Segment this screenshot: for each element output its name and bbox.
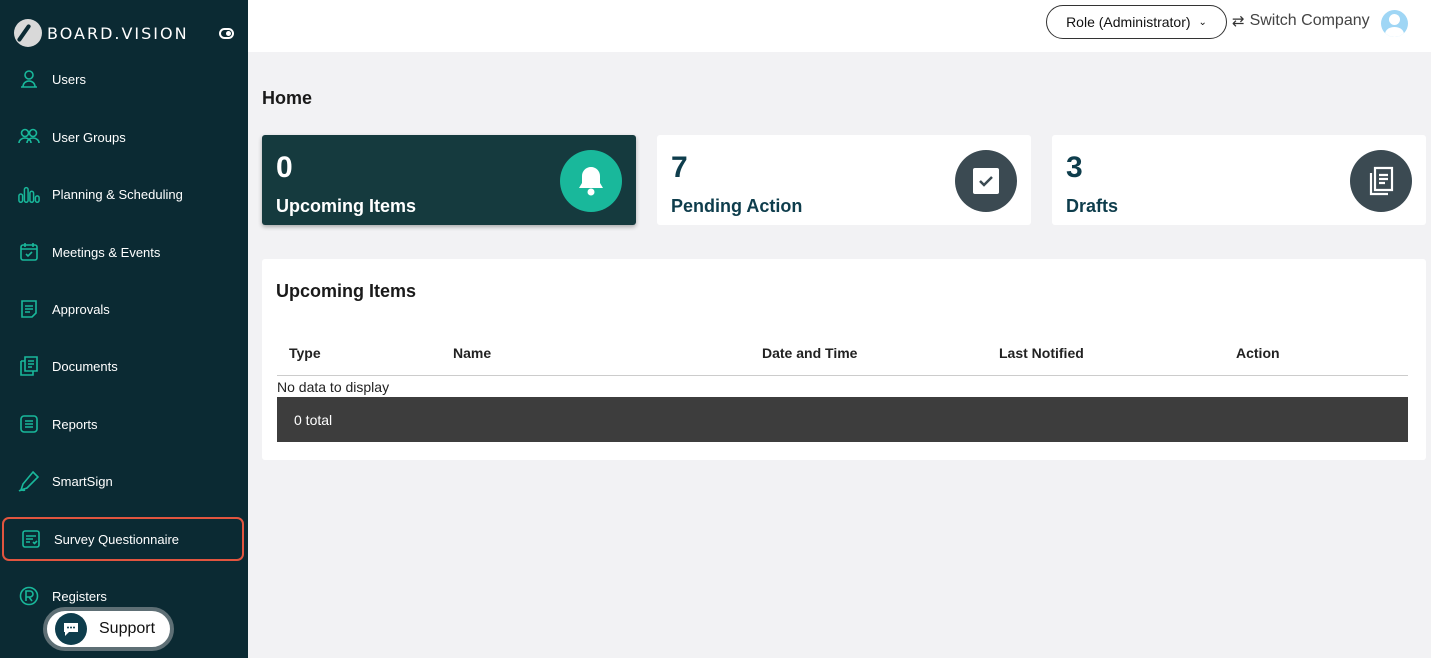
checkbox-icon	[955, 150, 1017, 212]
sidebar-toggle-icon[interactable]	[219, 28, 234, 39]
column-header-date-time[interactable]: Date and Time	[762, 345, 857, 361]
card-label: Upcoming Items	[276, 196, 417, 216]
role-select[interactable]: Role (Administrator) ⌄	[1046, 5, 1227, 39]
switch-arrows-icon: ⇄	[1232, 13, 1245, 30]
sidebar-item-label: User Groups	[52, 129, 126, 145]
sidebar-item-label: SmartSign	[52, 473, 113, 489]
table-footer: 0 total	[277, 397, 1408, 442]
sidebar-item-user-groups[interactable]: User Groups	[2, 115, 244, 159]
card-drafts[interactable]: 3 Drafts	[1052, 135, 1426, 225]
user-icon	[18, 68, 40, 90]
drafts-icon	[1350, 150, 1412, 212]
chart-bars-icon	[18, 183, 40, 205]
switch-company-button[interactable]: ⇄ Switch Company	[1232, 12, 1370, 30]
sidebar-item-planning-scheduling[interactable]: Planning & Scheduling	[2, 172, 244, 216]
calendar-check-icon	[18, 241, 40, 263]
table-header: Type Name Date and Time Last Notified Ac…	[277, 341, 1408, 376]
card-count: 3	[1066, 151, 1083, 184]
brand-logo[interactable]: BOARD.VISION	[14, 18, 189, 48]
chat-icon	[55, 613, 87, 645]
switch-company-label: Switch Company	[1249, 12, 1370, 29]
avatar[interactable]	[1381, 10, 1408, 37]
sidebar-item-label: Registers	[52, 588, 107, 604]
card-label: Pending Action	[671, 196, 803, 216]
users-icon	[18, 126, 40, 148]
support-button[interactable]: Support	[43, 607, 174, 651]
sidebar-item-approvals[interactable]: Approvals	[2, 287, 244, 331]
column-header-action[interactable]: Action	[1236, 345, 1280, 361]
sidebar-item-label: Documents	[52, 358, 118, 374]
column-header-last-notified[interactable]: Last Notified	[999, 345, 1084, 361]
logo-mark-icon	[14, 19, 42, 47]
column-header-name[interactable]: Name	[453, 345, 491, 361]
support-label: Support	[99, 620, 156, 637]
brand-name: BOARD.VISION	[47, 23, 189, 43]
document-icon	[18, 298, 40, 320]
sidebar-item-meetings-events[interactable]: Meetings & Events	[2, 230, 244, 274]
sidebar-item-users[interactable]: Users	[2, 57, 244, 101]
card-pending-action[interactable]: 7 Pending Action	[657, 135, 1031, 225]
role-select-value: Role (Administrator)	[1066, 14, 1191, 30]
registered-icon	[18, 585, 40, 607]
documents-icon	[18, 355, 40, 377]
page-title: Home	[262, 88, 313, 108]
card-count: 7	[671, 151, 688, 184]
column-header-type[interactable]: Type	[289, 345, 321, 361]
sidebar-item-survey-questionnaire[interactable]: Survey Questionnaire	[2, 517, 244, 561]
survey-icon	[20, 528, 42, 550]
card-label: Drafts	[1066, 196, 1119, 216]
card-upcoming-items[interactable]: 0 Upcoming Items	[262, 135, 636, 225]
sidebar-item-label: Approvals	[52, 301, 110, 317]
chevron-down-icon: ⌄	[1198, 16, 1207, 28]
sidebar-item-label: Users	[52, 71, 86, 87]
card-count: 0	[276, 151, 293, 184]
total-count: 0 total	[294, 411, 333, 428]
sidebar-item-label: Meetings & Events	[52, 244, 161, 260]
sidebar-item-documents[interactable]: Documents	[2, 344, 244, 388]
sidebar-item-label: Planning & Scheduling	[52, 186, 183, 202]
sidebar-item-smartsign[interactable]: SmartSign	[2, 459, 244, 503]
upcoming-items-panel: Upcoming Items Type Name Date and Time L…	[262, 259, 1426, 460]
pen-icon	[18, 470, 40, 492]
sidebar: BOARD.VISION Users User Groups Planning …	[0, 0, 248, 658]
sidebar-item-reports[interactable]: Reports	[2, 402, 244, 446]
empty-state-text: No data to display	[277, 379, 390, 395]
bell-icon	[560, 150, 622, 212]
panel-title: Upcoming Items	[276, 281, 417, 301]
top-bar: Role (Administrator) ⌄ ⇄ Switch Company	[248, 0, 1431, 52]
sidebar-item-label: Reports	[52, 416, 98, 432]
report-list-icon	[18, 413, 40, 435]
sidebar-item-label: Survey Questionnaire	[54, 531, 180, 547]
